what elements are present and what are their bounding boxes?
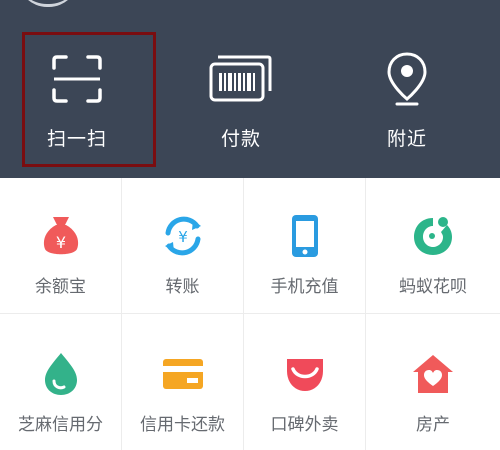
service-real-estate[interactable]: 房产 [366,314,500,450]
service-credit-card[interactable]: 信用卡还款 [122,314,244,450]
service-grid: ¥ 余额宝 ¥ 转账 手机充值 蚂蚁花呗 芝麻信用分 信用卡还款 口碑外卖 房产 [0,178,500,450]
service-label: 口碑外卖 [270,415,339,435]
service-huabei[interactable]: 蚂蚁花呗 [366,178,500,314]
service-transfer[interactable]: ¥ 转账 [122,178,244,314]
money-bag-icon: ¥ [37,212,85,260]
avatar-edge [18,0,78,7]
service-label: 手机充值 [270,277,339,297]
barcode-icon [206,48,276,110]
credit-card-icon [159,350,207,398]
nearby-button[interactable]: 附近 [352,48,462,158]
nearby-label: 附近 [386,128,427,150]
service-label: 蚂蚁花呗 [399,277,467,297]
service-koubei[interactable]: 口碑外卖 [244,314,366,450]
pay-button[interactable]: 付款 [186,48,296,158]
service-yuebao[interactable]: ¥ 余额宝 [0,178,122,314]
scan-button[interactable]: 扫一扫 [22,48,132,158]
sesame-credit-icon [37,350,85,398]
scan-icon [42,48,112,110]
svg-text:¥: ¥ [178,228,188,246]
pay-label: 付款 [220,128,261,150]
quick-action-bar: 扫一扫 付款 附近 [0,0,500,178]
house-icon [409,350,457,398]
koubei-icon [281,350,329,398]
service-label: 信用卡还款 [140,415,225,435]
service-label: 房产 [416,415,450,435]
transfer-icon: ¥ [159,212,207,260]
service-label: 余额宝 [35,277,86,297]
scan-label: 扫一扫 [46,128,107,150]
phone-icon [281,212,329,260]
service-label: 芝麻信用分 [18,415,103,435]
service-sesame-credit[interactable]: 芝麻信用分 [0,314,122,450]
huabei-icon [409,212,457,260]
service-label: 转账 [165,277,200,297]
location-pin-icon [372,48,442,110]
svg-text:¥: ¥ [55,233,65,252]
service-mobile-topup[interactable]: 手机充值 [244,178,366,314]
